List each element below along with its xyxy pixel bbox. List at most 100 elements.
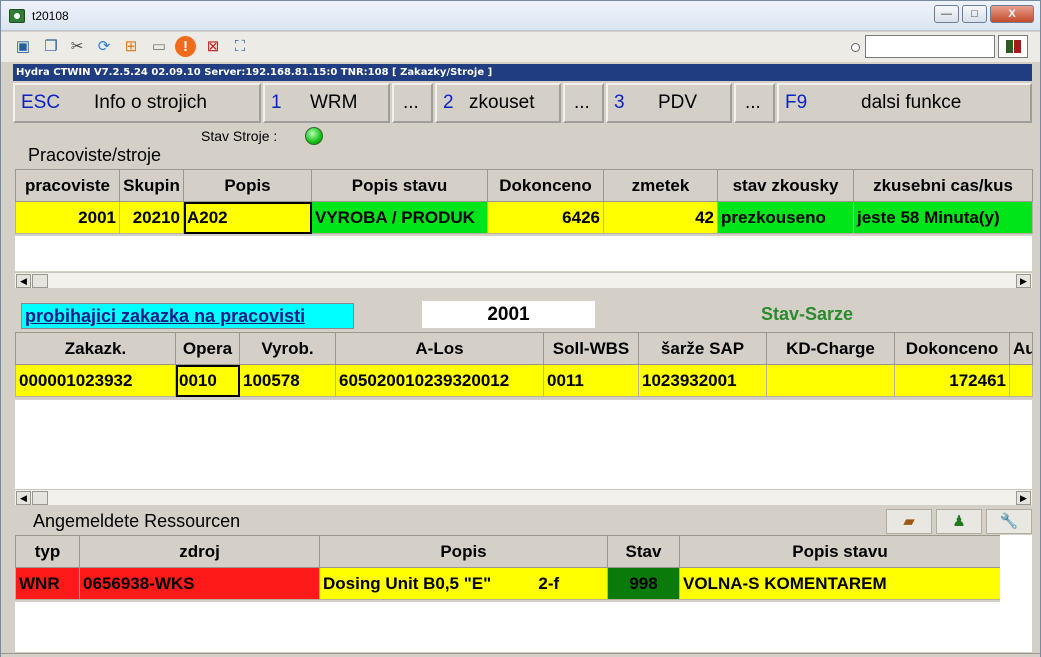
orders-table-empty-area	[15, 400, 1032, 489]
fkey-1-more-button[interactable]: ...	[392, 83, 433, 123]
fkey-3-more-button[interactable]: ...	[734, 83, 775, 123]
table-cell[interactable]: 6426	[487, 201, 604, 234]
table-cell[interactable]: 0656938-WKS	[79, 567, 320, 600]
fkey-label: ...	[403, 92, 419, 113]
resources-header: Angemeldete Ressourcen ▰ ♟ 🔧	[15, 507, 1032, 535]
table-row[interactable]: 000001023932 0010 100578 605020010239320…	[15, 364, 1033, 397]
scroll-thumb[interactable]	[32, 274, 48, 288]
table-cell[interactable]: prezkouseno	[717, 201, 854, 234]
fkey-esc-button[interactable]: ESC Info o strojich	[13, 83, 261, 123]
fkey-2-button[interactable]: 2 zkouset	[435, 83, 561, 123]
orders-horizontal-scrollbar[interactable]: ◀ ▶	[15, 489, 1032, 505]
network-error-icon[interactable]: ⊠	[203, 37, 223, 57]
drive-icon[interactable]: ▭	[149, 37, 169, 57]
column-header[interactable]: Stav	[607, 535, 680, 568]
column-header[interactable]: zkusebni cas/kus	[853, 169, 1033, 202]
table-cell[interactable]: 172461	[894, 364, 1010, 397]
table-cell[interactable]	[766, 364, 895, 397]
column-header[interactable]: Popis stavu	[679, 535, 1001, 568]
column-header[interactable]: Soll-WBS	[543, 332, 639, 365]
tools-icon[interactable]: ✂	[67, 37, 87, 57]
fkey-label: ...	[745, 92, 761, 113]
stav-sarze-label: Stav-Sarze	[761, 304, 854, 324]
table-cell[interactable]: jeste 58 Minuta(y)	[853, 201, 1033, 234]
scroll-left-icon[interactable]: ◀	[16, 274, 31, 288]
windows-logo-icon[interactable]: ⊞	[121, 37, 141, 57]
table-cell[interactable]: VYROBA / PRODUK	[311, 201, 488, 234]
maximize-button[interactable]: □	[962, 5, 987, 23]
search-input[interactable]	[865, 35, 995, 58]
scroll-thumb[interactable]	[32, 491, 48, 505]
workplace-field[interactable]: 2001	[422, 301, 595, 328]
stack-icon[interactable]: ▰	[886, 509, 932, 534]
fkey-2-more-button[interactable]: ...	[563, 83, 604, 123]
fkey-key: F9	[785, 92, 808, 113]
scroll-right-icon[interactable]: ▶	[1016, 274, 1031, 288]
column-header[interactable]: Vyrob.	[239, 332, 336, 365]
table-cell[interactable]: 0010	[175, 364, 240, 397]
refresh-icon[interactable]: ⟳	[94, 37, 114, 57]
table-row[interactable]: WNR 0656938-WKS Dosing Unit B0,5 "E" 2-f…	[15, 567, 1001, 600]
column-header[interactable]: Dokonceno	[487, 169, 604, 202]
table-row[interactable]: 2001 20210 A202 VYROBA / PRODUK 6426 42 …	[15, 201, 1033, 234]
table-cell[interactable]: 42	[603, 201, 718, 234]
column-header[interactable]: zdroj	[79, 535, 320, 568]
table-cell[interactable]: Dosing Unit B0,5 "E" 2-f	[319, 567, 608, 600]
fkey-label: WRM	[310, 92, 358, 113]
scroll-left-icon[interactable]: ◀	[16, 491, 31, 505]
column-header[interactable]: Au	[1009, 332, 1033, 365]
minimize-button[interactable]: —	[934, 5, 959, 23]
column-header[interactable]: pracoviste	[15, 169, 120, 202]
app-window: t20108 — □ X ▣ ❐ ✂ ⟳ ⊞ ▭ ! ⊠ ⛶ Hydra CTW…	[0, 0, 1041, 657]
column-header[interactable]: Popis stavu	[311, 169, 488, 202]
table-cell[interactable]: 0011	[543, 364, 639, 397]
monitor-icon[interactable]: ▣	[13, 37, 33, 57]
flag-button[interactable]	[998, 35, 1028, 58]
column-header[interactable]: Zakazk.	[15, 332, 176, 365]
resources-table: typ zdroj Popis Stav Popis stavu WNR 065…	[15, 535, 1001, 600]
person-icon[interactable]: ♟	[936, 509, 982, 534]
radio-indicator[interactable]	[851, 43, 860, 52]
table-header-row: Zakazk. Opera Vyrob. A-Los Soll-WBS šarž…	[15, 332, 1033, 365]
fkey-key: 2	[443, 92, 454, 113]
running-order-label[interactable]: probihajici zakazka na pracovisti	[21, 303, 354, 329]
table-cell[interactable]: A202	[183, 201, 312, 234]
orders-table: Zakazk. Opera Vyrob. A-Los Soll-WBS šarž…	[15, 332, 1033, 397]
table-cell[interactable]: 20210	[119, 201, 184, 234]
close-button[interactable]: X	[990, 5, 1034, 23]
column-header[interactable]: KD-Charge	[766, 332, 895, 365]
table-cell[interactable]: WNR	[15, 567, 80, 600]
windows-icon[interactable]: ❐	[41, 37, 61, 57]
table-cell[interactable]: 1023932001	[638, 364, 767, 397]
table-cell[interactable]: 000001023932	[15, 364, 176, 397]
column-header[interactable]: stav zkousky	[717, 169, 854, 202]
table-cell[interactable]	[1009, 364, 1033, 397]
machines-table: pracoviste Skupin Popis Popis stavu Doko…	[15, 169, 1033, 234]
scroll-right-icon[interactable]: ▶	[1016, 491, 1031, 505]
table-cell[interactable]: VOLNA-S KOMENTAREM	[679, 567, 1001, 600]
wrench-icon[interactable]: 🔧	[986, 509, 1032, 534]
fkey-f9-button[interactable]: F9 dalsi funkce	[777, 83, 1032, 123]
column-header[interactable]: Opera	[175, 332, 240, 365]
table-cell[interactable]: 605020010239320012	[335, 364, 544, 397]
resources-table-empty-area	[15, 602, 1032, 652]
table-cell[interactable]: 100578	[239, 364, 336, 397]
column-header[interactable]: Dokonceno	[894, 332, 1010, 365]
fkey-3-button[interactable]: 3 PDV	[606, 83, 732, 123]
function-key-bar: ESC Info o strojich 1 WRM ... 2 zkouset …	[13, 82, 1032, 123]
fkey-1-button[interactable]: 1 WRM	[263, 83, 390, 123]
warning-icon[interactable]: !	[175, 36, 196, 57]
running-order-text: probihajici zakazka na pracovisti	[25, 306, 306, 326]
fkey-label: dalsi funkce	[861, 92, 962, 113]
table-cell[interactable]: 2001	[15, 201, 120, 234]
machines-horizontal-scrollbar[interactable]: ◀ ▶	[15, 272, 1032, 288]
column-header[interactable]: Popis	[183, 169, 312, 202]
column-header[interactable]: A-Los	[335, 332, 544, 365]
column-header[interactable]: zmetek	[603, 169, 718, 202]
column-header[interactable]: typ	[15, 535, 80, 568]
table-cell[interactable]: 998	[607, 567, 680, 600]
column-header[interactable]: Popis	[319, 535, 608, 568]
fullscreen-icon[interactable]: ⛶	[230, 37, 250, 57]
column-header[interactable]: Skupin	[119, 169, 184, 202]
column-header[interactable]: šarže SAP	[638, 332, 767, 365]
